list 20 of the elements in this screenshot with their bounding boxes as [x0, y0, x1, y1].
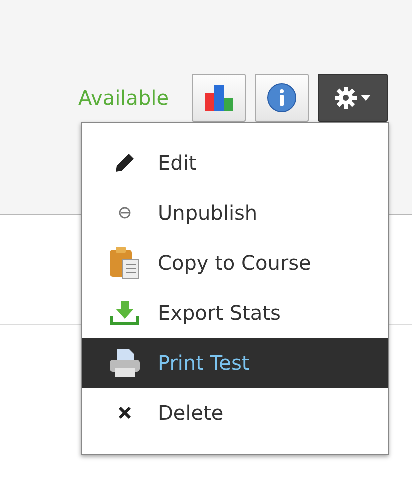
menu-item[interactable]: Delete: [82, 388, 388, 438]
bar-chart-icon: [204, 85, 234, 111]
caret-icon: [361, 95, 371, 101]
minus-circle-icon: [119, 207, 131, 219]
settings-menu-button[interactable]: [318, 74, 388, 122]
printer-icon: [109, 348, 141, 378]
menu-item[interactable]: Print Test: [82, 338, 388, 388]
info-button[interactable]: [255, 74, 309, 122]
pencil-icon: [115, 153, 135, 173]
menu-item[interactable]: Edit: [82, 138, 388, 188]
settings-icon: [335, 87, 357, 109]
menu-item[interactable]: Unpublish: [82, 188, 388, 238]
availability-status: Available: [78, 86, 169, 110]
statistics-button[interactable]: [192, 74, 246, 122]
close-icon: [118, 406, 132, 420]
menu-item[interactable]: Export Stats: [82, 288, 388, 338]
menu-item[interactable]: Copy to Course: [82, 238, 388, 288]
clipboard-icon: [109, 246, 141, 280]
info-icon: [267, 83, 297, 113]
download-icon: [110, 300, 140, 326]
